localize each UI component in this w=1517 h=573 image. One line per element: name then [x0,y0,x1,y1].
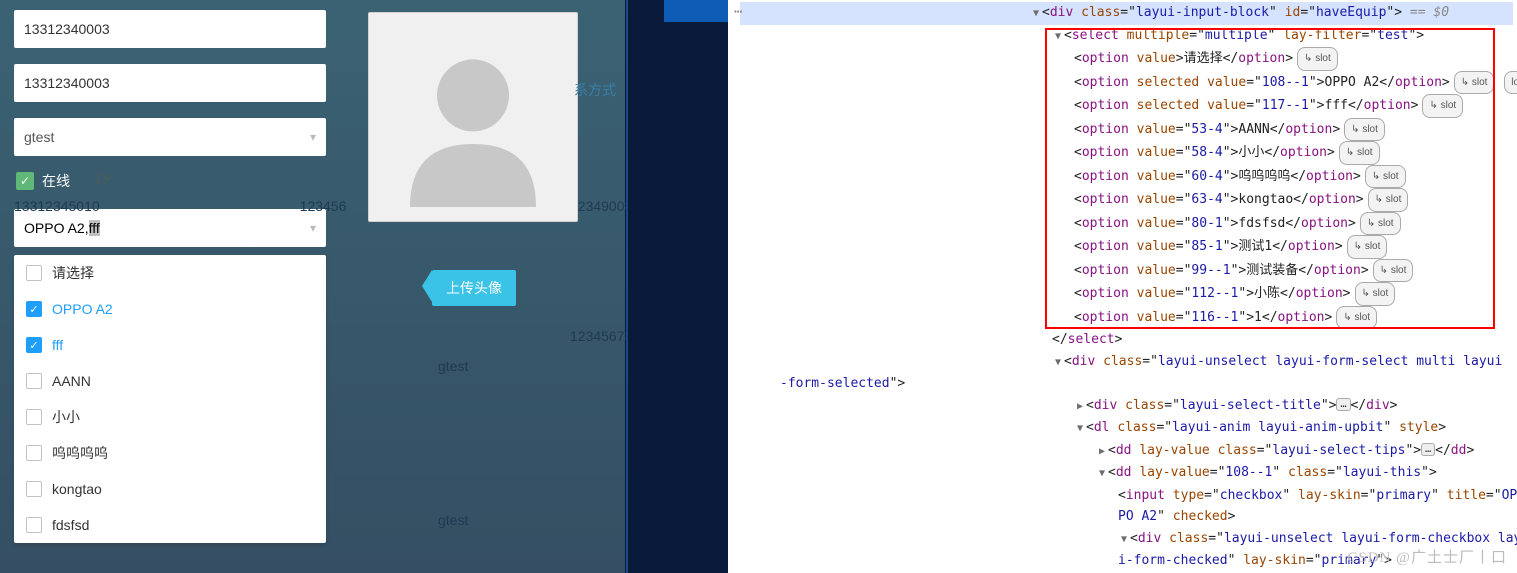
checkbox-icon: ✓ [26,301,42,317]
dropdown-option[interactable]: ✓ fff [14,327,326,363]
option-label: AANN [52,373,91,389]
multi-select-dropdown[interactable]: 请选择 ✓ OPPO A2 ✓ fff AANN 小小呜呜呜呜 kongtao fdsfsd [14,255,326,543]
select-gtest[interactable]: gtest ▾ [14,118,326,156]
devtools-panel: ⋯ ▼<div class="layui-input-block" id="ha… [728,0,1517,573]
bg-row: 13312345010123456 [14,198,346,214]
option-label: OPPO A2 [52,301,113,317]
option-label: kongtao [52,481,102,497]
multi-select[interactable]: OPPO A2,fff ▾ [14,209,326,247]
online-label: 在线 [42,171,70,191]
watermark: CSDN @广土士厂丨口 [1347,548,1507,570]
chevron-down-icon: ▾ [310,221,316,235]
dom-tree[interactable]: ▼<div class="layui-input-block" id="have… [728,0,1517,573]
checkbox-icon [26,517,42,533]
dropdown-option[interactable]: AANN [14,363,326,399]
contact-label: 系方式 [574,80,616,100]
bg-text: gtest [438,358,468,374]
form-panel: 13312345010123456 12349008 1234567892 gt… [0,0,625,573]
upload-avatar-button[interactable]: 上传头像 [432,270,516,306]
refresh-icon[interactable]: ⟳ [96,170,111,191]
dropdown-option[interactable]: 请选择 [14,255,326,291]
dropdown-option[interactable]: 呜呜呜呜 [14,435,326,471]
checkbox-icon [26,445,42,461]
option-label: 请选择 [52,263,94,283]
checkbox-icon [26,481,42,497]
checkbox-icon [26,409,42,425]
chevron-down-icon: ▾ [310,130,316,144]
person-icon [383,27,563,207]
option-label: fdsfsd [52,517,89,533]
select-value: gtest [24,129,54,145]
option-label: 呜呜呜呜 [52,443,108,463]
avatar-placeholder [368,12,578,222]
dropdown-option[interactable]: kongtao [14,471,326,507]
dropdown-option[interactable]: ✓ OPPO A2 [14,291,326,327]
online-checkbox[interactable]: ✓ [16,172,34,190]
checkbox-icon: ✓ [26,337,42,353]
checkbox-icon [26,373,42,389]
phone-input-2[interactable] [14,64,326,102]
checkbox-icon [26,265,42,281]
bg-text: gtest [438,512,468,528]
option-label: fff [52,337,63,353]
multi-select-value: OPPO A2,fff [24,220,100,236]
phone-input-1[interactable] [14,10,326,48]
option-label: 小小 [52,407,80,427]
dropdown-option[interactable]: 小小 [14,399,326,435]
ellipsis-icon: ⋯ [734,2,742,24]
dropdown-option[interactable]: fdsfsd [14,507,326,543]
gap-panel [628,0,728,573]
bg-text: 12349008 [570,198,632,214]
